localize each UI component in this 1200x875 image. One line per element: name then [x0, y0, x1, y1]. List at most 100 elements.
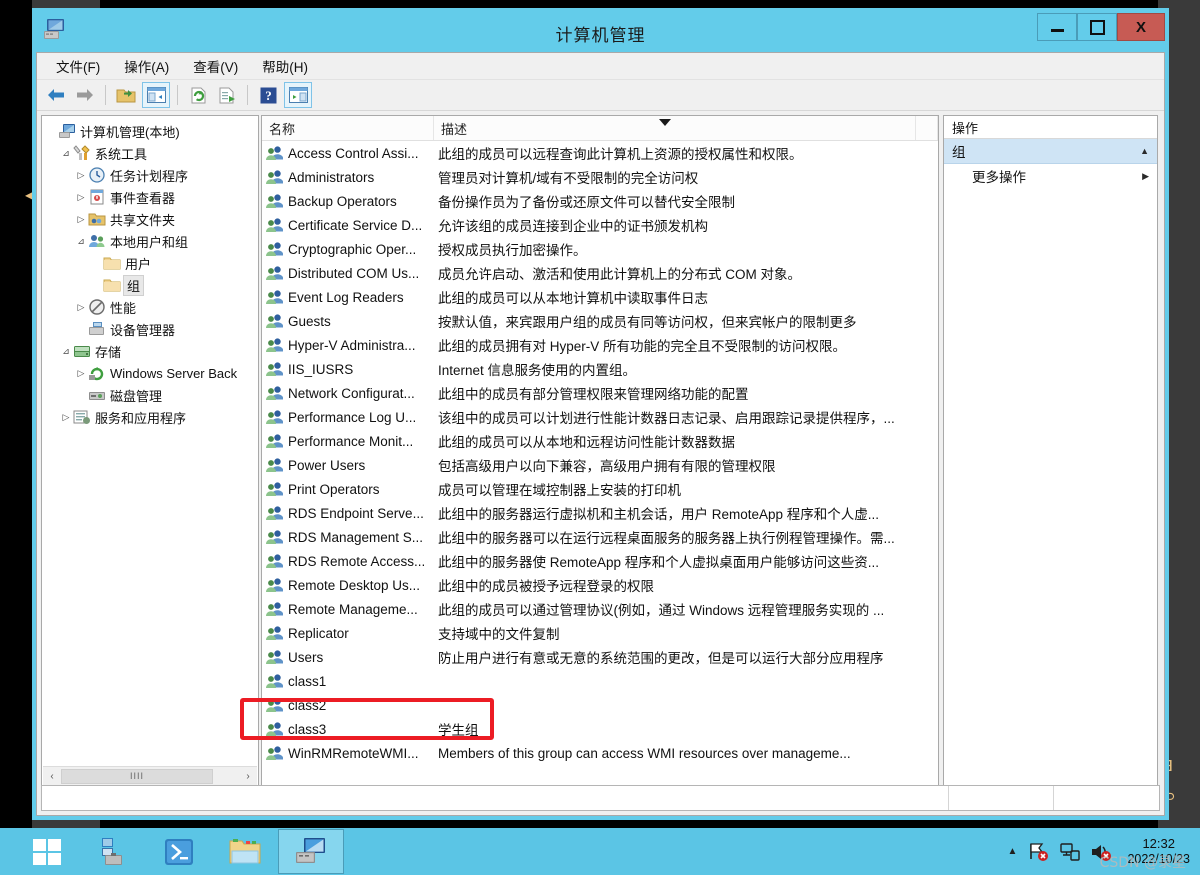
group-icon: [266, 674, 283, 688]
collapse-triangle-icon[interactable]: ⊿: [59, 346, 73, 357]
group-icon: [266, 266, 283, 280]
tree-node-2[interactable]: ▷ 任务计划程序: [42, 164, 258, 186]
tree-node-12[interactable]: 磁盘管理: [42, 384, 258, 406]
back-arrow-icon[interactable]: [43, 83, 69, 107]
table-row[interactable]: Guests 按默认值，来宾跟用户组的成员有同等访问权，但来宾帐户的限制更多: [262, 309, 938, 333]
expand-triangle-icon[interactable]: ▷: [59, 412, 73, 423]
menu-help[interactable]: 帮助(H): [251, 53, 319, 79]
tree-horizontal-scrollbar[interactable]: ‹ IIII ›: [43, 766, 257, 785]
table-row[interactable]: Remote Manageme... 此组的成员可以通过管理协议(例如，通过 Wi…: [262, 597, 938, 621]
show-hide-console-tree-icon[interactable]: [142, 82, 170, 108]
show-hidden-icons-button[interactable]: ▲: [1008, 846, 1018, 857]
chevron-up-icon[interactable]: ▲: [1140, 146, 1149, 156]
taskbar-computer-management[interactable]: [278, 829, 344, 874]
close-button[interactable]: X: [1117, 13, 1165, 41]
maximize-button[interactable]: [1077, 13, 1117, 41]
table-row[interactable]: Certificate Service D... 允许该组的成员连接到企业中的证书…: [262, 213, 938, 237]
tree-node-7[interactable]: 组: [42, 274, 258, 296]
table-row[interactable]: IIS_IUSRS Internet 信息服务使用的内置组。: [262, 357, 938, 381]
show-hide-action-pane-icon[interactable]: [284, 82, 312, 108]
table-row[interactable]: Remote Desktop Us... 此组中的成员被授予远程登录的权限: [262, 573, 938, 597]
actions-group-header[interactable]: 组 ▲: [944, 139, 1157, 164]
expand-triangle-icon[interactable]: ▷: [74, 192, 88, 203]
tree-node-1[interactable]: ⊿ 系统工具: [42, 142, 258, 164]
group-icon: [266, 242, 283, 256]
scroll-right-button[interactable]: ›: [239, 767, 257, 785]
table-row[interactable]: Power Users 包括高级用户以向下兼容，高级用户拥有有限的管理权限: [262, 453, 938, 477]
console-tree-pane: 计算机管理(本地) ⊿ 系统工具 ▷ 任务计划程序 ▷ 事件查看器 ▷ 共享文件夹 ⊿ 本地用户和组…: [41, 115, 259, 787]
action-more-actions[interactable]: 更多操作 ▶: [944, 164, 1157, 188]
volume-muted-icon[interactable]: [1090, 842, 1112, 862]
scrollbar-thumb[interactable]: IIII: [61, 768, 213, 784]
menu-view[interactable]: 查看(V): [182, 53, 249, 79]
table-row[interactable]: class3 学生组: [262, 717, 938, 741]
tree-node-4[interactable]: ▷ 共享文件夹: [42, 208, 258, 230]
group-description-cell: 允许该组的成员连接到企业中的证书颁发机构: [438, 219, 708, 234]
table-row[interactable]: Cryptographic Oper... 授权成员执行加密操作。: [262, 237, 938, 261]
export-list-icon[interactable]: [214, 83, 240, 107]
group-description-cell: 此组中的服务器可以在运行远程桌面服务的服务器上执行例程管理操作。需...: [438, 531, 895, 546]
table-row[interactable]: Performance Log U... 该组中的成员可以计划进行性能计数器日志记…: [262, 405, 938, 429]
tree-node-5[interactable]: ⊿ 本地用户和组: [42, 230, 258, 252]
menu-action[interactable]: 操作(A): [113, 53, 180, 79]
taskbar-file-explorer[interactable]: [212, 829, 278, 874]
table-row[interactable]: Print Operators 成员可以管理在域控制器上安装的打印机: [262, 477, 938, 501]
table-row[interactable]: RDS Management S... 此组中的服务器可以在运行远程桌面服务的服务…: [262, 525, 938, 549]
action-center-icon[interactable]: [1059, 842, 1081, 862]
column-header-description[interactable]: 描述: [434, 116, 916, 140]
table-row[interactable]: RDS Endpoint Serve... 此组中的服务器运行虚拟机和主机会话，用…: [262, 501, 938, 525]
column-header-name[interactable]: 名称: [262, 116, 434, 140]
clock[interactable]: 12:32 2022/10/23: [1127, 836, 1190, 868]
tree-node-8[interactable]: ▷ 性能: [42, 296, 258, 318]
group-icon: [266, 362, 283, 376]
groups-list-pane: 名称 描述 Access Control Assi... 此组的成员可以远程查询此…: [261, 115, 939, 787]
scroll-left-button[interactable]: ‹: [43, 767, 61, 785]
tree-node-label: 用户: [125, 256, 152, 272]
table-row[interactable]: Distributed COM Us... 成员允许启动、激活和使用此计算机上的分…: [262, 261, 938, 285]
taskbar-server-manager[interactable]: [80, 829, 146, 874]
table-row[interactable]: Users 防止用户进行有意或无意的系统范围的更改，但是可以运行大部分应用程序: [262, 645, 938, 669]
backup-icon: [89, 367, 104, 381]
start-button[interactable]: [14, 829, 80, 874]
group-icon: [266, 626, 283, 640]
table-row[interactable]: class2: [262, 693, 938, 717]
network-error-icon[interactable]: [1028, 842, 1050, 862]
tree-node-13[interactable]: ▷ 服务和应用程序: [42, 406, 258, 428]
help-icon[interactable]: ?: [255, 83, 281, 107]
menu-file[interactable]: 文件(F): [45, 53, 111, 79]
table-row[interactable]: Administrators 管理员对计算机/域有不受限制的完全访问权: [262, 165, 938, 189]
refresh-icon[interactable]: [185, 83, 211, 107]
tree-node-11[interactable]: ▷ Windows Server Back: [42, 362, 258, 384]
expand-triangle-icon[interactable]: ▷: [74, 214, 88, 225]
collapse-triangle-icon[interactable]: ⊿: [74, 236, 88, 247]
tree-node-9[interactable]: 设备管理器: [42, 318, 258, 340]
table-row[interactable]: Performance Monit... 此组的成员可以从本地和远程访问性能计数器…: [262, 429, 938, 453]
tree-node-6[interactable]: 用户: [42, 252, 258, 274]
table-row[interactable]: Event Log Readers 此组的成员可以从本地计算机中读取事件日志: [262, 285, 938, 309]
expand-triangle-icon[interactable]: ▷: [74, 302, 88, 313]
table-row[interactable]: RDS Remote Access... 此组中的服务器使 RemoteApp 程…: [262, 549, 938, 573]
taskbar-powershell[interactable]: [146, 829, 212, 874]
table-row[interactable]: Hyper-V Administra... 此组的成员拥有对 Hyper-V 所有…: [262, 333, 938, 357]
tree-node-0[interactable]: 计算机管理(本地): [42, 120, 258, 142]
up-folder-icon[interactable]: [113, 83, 139, 107]
collapse-triangle-icon[interactable]: ⊿: [59, 148, 73, 159]
table-row[interactable]: WinRMRemoteWMI... Members of this group c…: [262, 741, 938, 765]
event-viewer-icon: [90, 189, 104, 205]
minimize-button[interactable]: [1037, 13, 1077, 41]
table-row[interactable]: Replicator 支持域中的文件复制: [262, 621, 938, 645]
window-client-area: 文件(F) 操作(A) 查看(V) 帮助(H) ? 计算机管理(本地) ⊿ 系统…: [36, 52, 1165, 816]
groups-list[interactable]: Access Control Assi... 此组的成员可以远程查询此计算机上资源…: [262, 141, 938, 786]
group-icon: [266, 434, 283, 448]
table-row[interactable]: Network Configurat... 此组中的成员有部分管理权限来管理网络功…: [262, 381, 938, 405]
table-row[interactable]: Backup Operators 备份操作员为了备份或还原文件可以替代安全限制: [262, 189, 938, 213]
expand-triangle-icon[interactable]: ▷: [74, 170, 88, 181]
table-row[interactable]: class1: [262, 669, 938, 693]
menubar: 文件(F) 操作(A) 查看(V) 帮助(H): [37, 53, 1164, 80]
expand-triangle-icon[interactable]: ▷: [74, 368, 88, 379]
window-titlebar[interactable]: 计算机管理 X: [32, 8, 1169, 52]
tree-node-10[interactable]: ⊿ 存储: [42, 340, 258, 362]
tree-node-3[interactable]: ▷ 事件查看器: [42, 186, 258, 208]
forward-arrow-icon[interactable]: [72, 83, 98, 107]
table-row[interactable]: Access Control Assi... 此组的成员可以远程查询此计算机上资源…: [262, 141, 938, 165]
